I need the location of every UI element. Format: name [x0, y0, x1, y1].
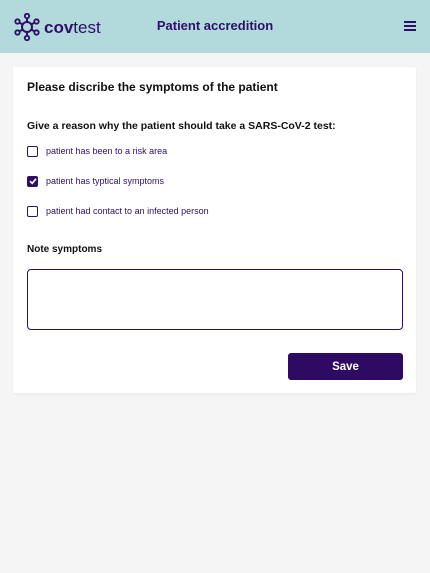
save-button[interactable]: Save [288, 353, 403, 380]
reason-question: Give a reason why the patient should tak… [27, 120, 336, 132]
checkbox-typical-symptoms[interactable] [27, 175, 38, 187]
checkbox-risk-area[interactable] [27, 145, 38, 157]
hamburger-menu-icon[interactable] [404, 21, 416, 31]
app-header: covtest Patient accredition [0, 0, 430, 53]
menu-line [404, 29, 416, 31]
option-label: patient had contact to an infected perso… [46, 206, 209, 216]
checkmark-icon [28, 178, 37, 185]
menu-line [404, 25, 416, 27]
checkbox-contact-infected[interactable] [27, 205, 38, 217]
symptoms-card: Please discribe the symptoms of the pati… [13, 67, 416, 393]
option-contact-infected[interactable]: patient had contact to an infected perso… [27, 204, 209, 218]
option-label: patient has been to a risk area [46, 146, 168, 156]
note-symptoms-label: Note symptoms [27, 244, 103, 255]
card-title: Please discribe the symptoms of the pati… [27, 80, 278, 94]
note-symptoms-input[interactable] [27, 269, 403, 330]
page-title: Patient accredition [156, 18, 274, 33]
option-risk-area[interactable]: patient has been to a risk area [27, 144, 167, 158]
option-label: patient has typtical symptoms [46, 176, 165, 186]
option-typical-symptoms[interactable]: patient has typtical symptoms [27, 174, 164, 188]
menu-line [404, 21, 416, 23]
